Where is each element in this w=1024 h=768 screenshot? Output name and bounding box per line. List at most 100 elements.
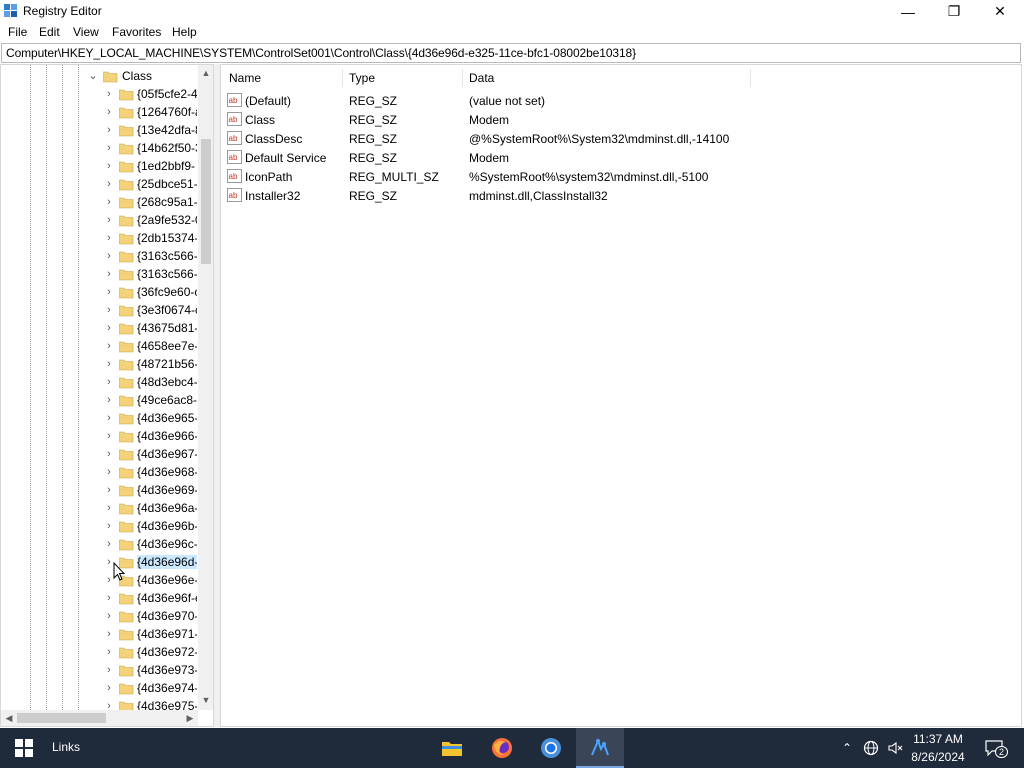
taskbar-file-explorer[interactable] — [428, 728, 476, 768]
chevron-right-icon[interactable]: › — [104, 89, 114, 100]
value-row[interactable]: ab ClassDesc REG_SZ @%SystemRoot%\System32\… — [221, 129, 821, 148]
tree-item[interactable]: › {48d3ebc4- — [1, 373, 199, 391]
tree-item[interactable]: › {4d36e965- — [1, 409, 199, 427]
chevron-right-icon[interactable]: › — [104, 215, 114, 226]
values-list-pane[interactable]: Name Type Data ab (Default) REG_SZ (value n… — [220, 64, 1022, 727]
clock-date[interactable]: 8/26/2024 — [906, 750, 970, 764]
tree-item[interactable]: › {2a9fe532-0 — [1, 211, 199, 229]
value-row[interactable]: ab Default Service REG_SZ Modem — [221, 148, 821, 167]
chevron-right-icon[interactable]: › — [104, 647, 114, 658]
tree-item[interactable]: › {4d36e972- — [1, 643, 199, 661]
chevron-right-icon[interactable]: › — [104, 539, 114, 550]
column-header-name[interactable]: Name — [229, 71, 261, 85]
tree-item[interactable]: › {4d36e974- — [1, 679, 199, 697]
start-button[interactable] — [0, 728, 48, 768]
tree-item[interactable]: › {4d36e966- — [1, 427, 199, 445]
tree-item[interactable]: › {4658ee7e- — [1, 337, 199, 355]
scroll-up-icon[interactable]: ▲ — [199, 68, 213, 78]
column-divider[interactable] — [462, 69, 463, 87]
menu-help[interactable]: Help — [170, 25, 199, 39]
volume-muted-button[interactable] — [884, 728, 906, 768]
network-icon[interactable] — [860, 728, 882, 768]
chevron-right-icon[interactable]: › — [104, 197, 114, 208]
chevron-right-icon[interactable]: › — [104, 629, 114, 640]
column-divider[interactable] — [750, 69, 751, 87]
chevron-right-icon[interactable]: › — [104, 143, 114, 154]
tree-item[interactable]: › {4d36e970- — [1, 607, 199, 625]
show-hidden-icons-button[interactable]: ⌃ — [838, 728, 856, 768]
taskbar-registry-editor[interactable] — [576, 728, 624, 768]
tree-item[interactable]: › {2db15374- — [1, 229, 199, 247]
tree-item[interactable]: › {1ed2bbf9- — [1, 157, 199, 175]
chevron-right-icon[interactable]: › — [104, 431, 114, 442]
tree-item[interactable]: › {4d36e969- — [1, 481, 199, 499]
chevron-right-icon[interactable]: › — [104, 665, 114, 676]
tree-item[interactable]: › {48721b56- — [1, 355, 199, 373]
menu-edit[interactable]: Edit — [37, 25, 62, 39]
value-row[interactable]: ab Installer32 REG_SZ mdminst.dll,ClassInst… — [221, 186, 821, 205]
clock-time[interactable]: 11:37 AM — [906, 732, 970, 746]
chevron-right-icon[interactable]: › — [104, 521, 114, 532]
tree-item[interactable]: › {3e3f0674-c — [1, 301, 199, 319]
menu-file[interactable]: File — [6, 25, 29, 39]
chevron-right-icon[interactable]: › — [104, 413, 114, 424]
tree-item-selected[interactable]: › {4d36e96d- — [1, 553, 199, 571]
tree-item[interactable]: › {36fc9e60-c — [1, 283, 199, 301]
address-path[interactable]: Computer\HKEY_LOCAL_MACHINE\SYSTEM\Contr… — [6, 46, 636, 60]
tree-item[interactable]: › {49ce6ac8- — [1, 391, 199, 409]
close-button[interactable]: ✕ — [977, 0, 1023, 23]
tree-item[interactable]: › {268c95a1- — [1, 193, 199, 211]
chevron-right-icon[interactable]: › — [104, 233, 114, 244]
column-header-data[interactable]: Data — [469, 71, 494, 85]
tree-item[interactable]: › {05f5cfe2-4 — [1, 85, 199, 103]
chevron-right-icon[interactable]: › — [104, 251, 114, 262]
tree-item[interactable]: › {4d36e96e- — [1, 571, 199, 589]
chevron-down-icon[interactable]: ⌄ — [88, 71, 98, 82]
tree-item[interactable]: › {25dbce51- — [1, 175, 199, 193]
tree-item[interactable]: › {14b62f50-3 — [1, 139, 199, 157]
tree-vertical-scroll-thumb[interactable] — [201, 139, 211, 264]
menu-favorites[interactable]: Favorites — [110, 25, 163, 39]
chevron-right-icon[interactable]: › — [104, 341, 114, 352]
taskbar-chrome[interactable] — [527, 728, 575, 768]
tree-item[interactable]: › {4d36e971- — [1, 625, 199, 643]
tree-item[interactable]: › {4d36e96a- — [1, 499, 199, 517]
chevron-right-icon[interactable]: › — [104, 305, 114, 316]
chevron-right-icon[interactable]: › — [104, 503, 114, 514]
chevron-right-icon[interactable]: › — [104, 449, 114, 460]
chevron-right-icon[interactable]: › — [104, 323, 114, 334]
title-bar[interactable] — [0, 0, 1024, 23]
maximize-button[interactable]: ❐ — [931, 0, 977, 23]
chevron-right-icon[interactable]: › — [104, 287, 114, 298]
tree-item[interactable]: › {3163c566- — [1, 265, 199, 283]
tree-item[interactable]: › {4d36e968- — [1, 463, 199, 481]
column-divider[interactable] — [342, 69, 343, 87]
taskbar-firefox[interactable] — [478, 728, 526, 768]
chevron-right-icon[interactable]: › — [104, 359, 114, 370]
chevron-right-icon[interactable]: › — [104, 125, 114, 136]
tree-item[interactable]: › {4d36e973- — [1, 661, 199, 679]
column-header-type[interactable]: Type — [349, 71, 375, 85]
key-tree-pane[interactable]: ⌄ Class › {05f5cfe2-4 › {1264760f-a › {13e42d… — [0, 64, 214, 727]
value-row[interactable]: ab (Default) REG_SZ (value not set) — [221, 91, 821, 110]
chevron-right-icon[interactable]: › — [104, 107, 114, 118]
links-toolbar[interactable]: Links — [52, 740, 80, 754]
scroll-down-icon[interactable]: ▼ — [199, 695, 213, 705]
chevron-right-icon[interactable]: › — [104, 161, 114, 172]
menu-view[interactable]: View — [71, 25, 101, 39]
tree-item[interactable]: › {1264760f-a — [1, 103, 199, 121]
chevron-right-icon[interactable]: › — [104, 611, 114, 622]
tree-item[interactable]: › {43675d81- — [1, 319, 199, 337]
tree-item[interactable]: › {4d36e96c- — [1, 535, 199, 553]
tree-item[interactable]: › {4d36e96b- — [1, 517, 199, 535]
tree-item-class[interactable]: ⌄ Class — [1, 67, 199, 85]
chevron-right-icon[interactable]: › — [104, 269, 114, 280]
chevron-right-icon[interactable]: › — [104, 377, 114, 388]
chevron-right-icon[interactable]: › — [104, 683, 114, 694]
scroll-left-icon[interactable]: ◀ — [3, 713, 15, 724]
tree-item[interactable]: › {13e42dfa-8 — [1, 121, 199, 139]
action-center-button[interactable]: 2 — [980, 728, 1009, 768]
tree-item[interactable]: › {4d36e967- — [1, 445, 199, 463]
chevron-right-icon[interactable]: › — [104, 467, 114, 478]
tree-item[interactable]: › {3163c566- — [1, 247, 199, 265]
